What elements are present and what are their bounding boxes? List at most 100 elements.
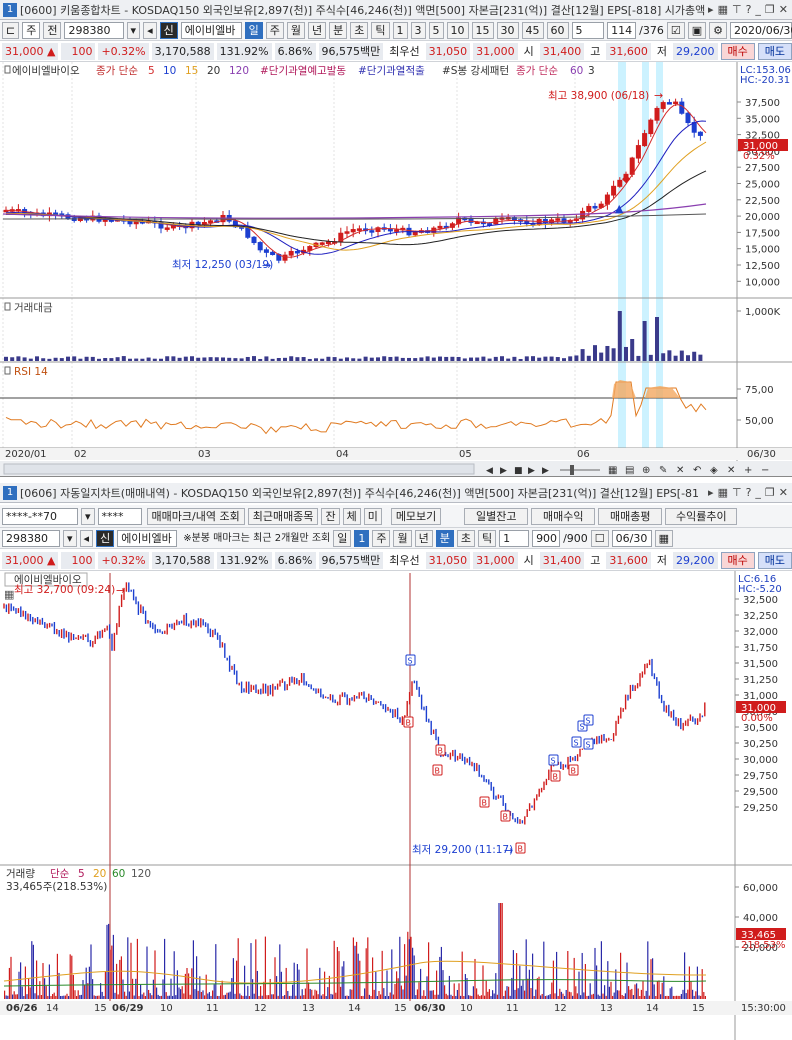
intraday-chart-canvas[interactable]: 에이비엘바이오▦LC:6.16HC:-5.2032,50032,25032,00… [0,571,792,1040]
period-tick-button[interactable]: 틱 [477,529,497,547]
gear-icon[interactable]: ⚙ [709,21,727,39]
chevron-right-icon[interactable]: ▸ [708,486,714,499]
unfilled-button[interactable]: 미 [363,507,382,525]
minimize-icon[interactable]: _ [755,486,761,499]
date-input[interactable]: 2020/06/30 [730,21,792,39]
period-sec-button[interactable]: 초 [456,529,475,547]
yield-trend-button[interactable]: 수익률추이 [665,507,738,525]
password-input[interactable]: **** [97,507,142,525]
volume-bar [684,952,686,999]
interval-select[interactable]: 5 [571,21,605,39]
price-chart-canvas[interactable]: 에이비엘바이오 종가 단순 5 10 15 20 120 #단기과열예고발동 #단기과열적출 #S… [0,62,792,477]
sell-button[interactable]: 매도 [757,42,792,60]
minimize-icon[interactable]: _ [755,3,761,16]
period-week-button[interactable]: 주 [265,21,284,39]
volume-bar [28,978,30,999]
count-input[interactable]: 900 [532,529,561,547]
period-month-button[interactable]: 월 [286,21,306,39]
interval-5[interactable]: 5 [428,21,444,39]
close-icon[interactable]: ✕ [779,3,788,16]
pin-icon[interactable]: ⊤ [732,3,742,16]
interval-60[interactable]: 60 [546,21,569,39]
period-month-button[interactable]: 월 [393,529,412,547]
period-sec-button[interactable]: 초 [350,21,369,39]
close-icon[interactable]: ✕ [779,486,788,499]
filled-button[interactable]: 체 [342,507,361,525]
calendar-icon[interactable]: ▦ [654,529,674,547]
volume-bar [344,995,346,999]
grid-icon[interactable]: ▦ [718,3,728,16]
pin-icon[interactable]: ⊤ [732,486,742,499]
volume-bar [373,989,375,999]
search-icon[interactable]: ▾ [126,21,141,39]
trade-profit-button[interactable]: 매매수익 [531,507,596,525]
x-tick-label: 04 [336,449,349,460]
volume-bar [399,936,401,999]
low-price: 29,200 [673,42,718,60]
stock-code-input[interactable]: 298380 [64,21,124,39]
buy-button[interactable]: 매수 [720,42,755,60]
volume-bar [466,978,468,999]
period-tick-button[interactable]: 틱 [371,21,390,39]
period-day-button[interactable]: 일 [244,21,263,39]
volume-bar [130,942,132,999]
account-dropdown-icon[interactable]: ▾ [81,507,95,525]
recent-trades-button[interactable]: 최근매매종목 [247,507,319,525]
interval-30[interactable]: 30 [496,21,519,39]
balance-button[interactable]: 잔 [321,507,340,525]
interval-1[interactable]: 1 [392,21,408,39]
period-year-button[interactable]: 년 [308,21,327,39]
interval-45[interactable]: 45 [521,21,544,39]
period-week-button[interactable]: 주 [372,529,391,547]
candle-body [673,101,679,105]
interval-15[interactable]: 15 [471,21,494,39]
volume-bar [301,989,303,999]
volume-bar [226,992,228,999]
volume-bar [47,358,52,361]
interval-3[interactable]: 3 [410,21,426,39]
volume-bar [463,995,465,999]
restore-icon[interactable]: ❐ [765,486,775,499]
help-icon[interactable]: ? [746,486,752,499]
memo-button[interactable]: 메모보기 [390,507,442,525]
stock-code-input[interactable]: 298380 [2,529,60,547]
date-input[interactable]: 06/30 [611,529,652,547]
volume-bar [437,994,439,999]
period-min-button[interactable]: 분 [435,529,454,547]
speaker-icon[interactable]: ◂ [143,21,157,39]
checkbox-icon[interactable]: ☑ [666,21,685,39]
open-price: 31,400 [539,42,585,60]
count-input[interactable]: 114 [607,21,637,39]
chevron-right-icon[interactable]: ▸ [708,3,714,16]
save-icon[interactable]: ▣ [687,21,707,39]
checkbox-icon[interactable]: ☐ [590,529,609,547]
volume-bar [413,358,418,361]
speaker-icon[interactable]: ◂ [79,529,94,547]
period-min-button[interactable]: 분 [329,21,348,39]
x-tick-label: 15 [394,1003,407,1014]
search-icon[interactable]: ▾ [63,529,77,547]
volume-bar [541,993,543,999]
volume-bar [322,994,324,999]
interval-10[interactable]: 10 [446,21,469,39]
grid-icon[interactable]: ▦ [718,486,728,499]
restore-icon[interactable]: ❐ [765,3,775,16]
chart-type-icon[interactable]: ⊏ [2,21,20,39]
trade-mark-query-button[interactable]: 매매마크/내역 조회 [146,507,245,525]
market-all-button[interactable]: 전 [43,21,62,39]
period-year-button[interactable]: 년 [414,529,433,547]
volume-bar [192,940,194,999]
period-num-select[interactable]: 1 [354,529,370,547]
volume-bar [589,983,591,999]
daily-balance-button[interactable]: 일별잔고 [464,507,529,525]
chart-tool-icon: + [744,465,752,476]
sell-button[interactable]: 매도 [757,551,792,569]
account-input[interactable]: ****-**70 [2,507,78,525]
trade-review-button[interactable]: 매매총평 [598,507,663,525]
help-icon[interactable]: ? [746,3,752,16]
period-day-button[interactable]: 일 [333,529,352,547]
period-select[interactable]: 주 [22,21,41,39]
interval-select[interactable]: 1 [499,529,530,547]
volume-bar [660,994,662,999]
buy-button[interactable]: 매수 [720,551,755,569]
